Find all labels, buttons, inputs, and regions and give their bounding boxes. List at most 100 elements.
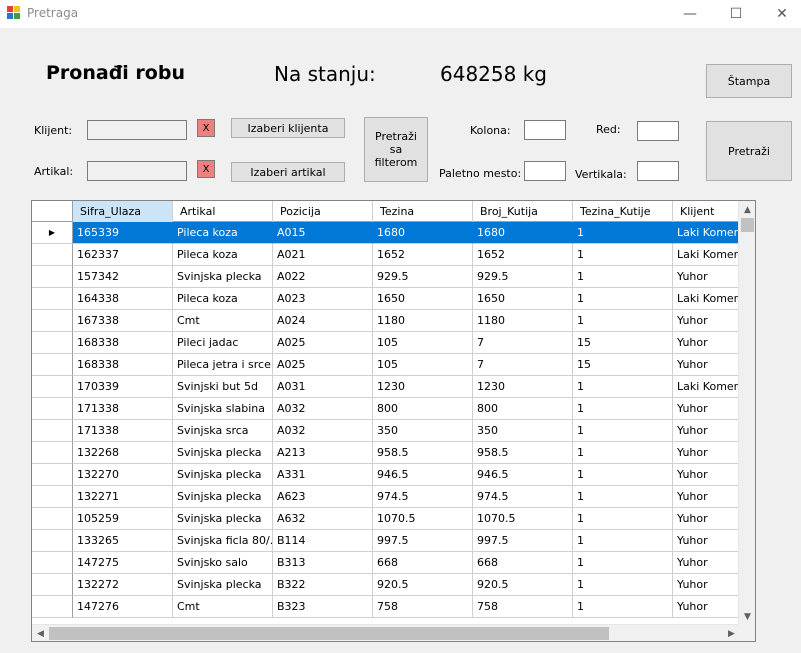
scroll-up-icon[interactable]: ▲	[739, 201, 755, 218]
artikal-cell[interactable]: Svinjsko salo	[173, 552, 273, 574]
search-button[interactable]: Pretraži	[706, 121, 792, 181]
klijent-cell[interactable]: Yuhor	[673, 266, 740, 288]
table-row[interactable]: 105259 Svinjska plecka A632 1070.5 1070.5 1 Yu…	[32, 508, 740, 530]
tezina-cell[interactable]: 758	[373, 596, 473, 618]
tezina-kutije-cell[interactable]: 1	[573, 486, 673, 508]
column-header-klijent[interactable]: Klijent	[673, 201, 740, 222]
sifra-ulaza-cell[interactable]: 132272	[73, 574, 173, 596]
klijent-cell[interactable]: Laki Komerc d	[673, 222, 740, 244]
clear-client-button[interactable]: X	[197, 119, 215, 137]
tezina-cell[interactable]: 997.5	[373, 530, 473, 552]
pozicija-cell[interactable]: A015	[273, 222, 373, 244]
row-header[interactable]	[32, 530, 73, 552]
tezina-cell[interactable]: 946.5	[373, 464, 473, 486]
pozicija-cell[interactable]: A032	[273, 398, 373, 420]
tezina-kutije-cell[interactable]: 1	[573, 222, 673, 244]
tezina-cell[interactable]: 105	[373, 354, 473, 376]
scroll-down-icon[interactable]: ▼	[739, 608, 755, 625]
table-row[interactable]: 133265 Svinjska ficla 80/... B114 997.5 997.…	[32, 530, 740, 552]
table-row[interactable]: 168338 Pileci jadac A025 105 7 15 Yuhor	[32, 332, 740, 354]
tezina-cell[interactable]: 920.5	[373, 574, 473, 596]
artikal-cell[interactable]: Svinjska srca	[173, 420, 273, 442]
klijent-cell[interactable]: Laki Komerc d	[673, 244, 740, 266]
sifra-ulaza-cell[interactable]: 165339	[73, 222, 173, 244]
klijent-cell[interactable]: Yuhor	[673, 310, 740, 332]
broj-kutija-cell[interactable]: 7	[473, 332, 573, 354]
article-field[interactable]	[87, 161, 187, 181]
broj-kutija-cell[interactable]: 1070.5	[473, 508, 573, 530]
table-row[interactable]: 132268 Svinjska plecka A213 958.5 958.5 1 Yuho…	[32, 442, 740, 464]
tezina-kutije-cell[interactable]: 1	[573, 464, 673, 486]
sifra-ulaza-cell[interactable]: 171338	[73, 398, 173, 420]
row-header[interactable]	[32, 486, 73, 508]
sifra-ulaza-cell[interactable]: 132270	[73, 464, 173, 486]
sifra-ulaza-cell[interactable]: 171338	[73, 420, 173, 442]
sifra-ulaza-cell[interactable]: 170339	[73, 376, 173, 398]
artikal-cell[interactable]: Pileca koza	[173, 288, 273, 310]
artikal-cell[interactable]: Svinjska slabina	[173, 398, 273, 420]
row-header[interactable]	[32, 552, 73, 574]
pallet-place-input[interactable]	[524, 161, 566, 181]
vertical-scroll-thumb[interactable]	[741, 218, 754, 232]
column-header-broj-kutija[interactable]: Broj_Kutija	[473, 201, 573, 222]
table-row[interactable]: 132272 Svinjska plecka B322 920.5 920.5 1 Yuho…	[32, 574, 740, 596]
column-header-pozicija[interactable]: Pozicija	[273, 201, 373, 222]
klijent-cell[interactable]: Yuhor	[673, 552, 740, 574]
artikal-cell[interactable]: Svinjska plecka	[173, 266, 273, 288]
tezina-cell[interactable]: 1652	[373, 244, 473, 266]
horizontal-scrollbar[interactable]: ◀ ▶	[32, 624, 740, 641]
pozicija-cell[interactable]: A623	[273, 486, 373, 508]
klijent-cell[interactable]: Yuhor	[673, 508, 740, 530]
klijent-cell[interactable]: Laki Komerc d	[673, 288, 740, 310]
column-header-sifra-ulaza[interactable]: Sifra_Ulaza	[73, 201, 173, 222]
sifra-ulaza-cell[interactable]: 167338	[73, 310, 173, 332]
artikal-cell[interactable]: Pileci jadac	[173, 332, 273, 354]
tezina-kutije-cell[interactable]: 1	[573, 376, 673, 398]
tezina-cell[interactable]: 800	[373, 398, 473, 420]
artikal-cell[interactable]: Svinjska plecka	[173, 574, 273, 596]
table-row[interactable]: 171338 Svinjska slabina A032 800 800 1 Yuhor	[32, 398, 740, 420]
broj-kutija-cell[interactable]: 958.5	[473, 442, 573, 464]
row-header[interactable]	[32, 596, 73, 618]
artikal-cell[interactable]: Svinjska ficla 80/...	[173, 530, 273, 552]
broj-kutija-cell[interactable]: 1230	[473, 376, 573, 398]
artikal-cell[interactable]: Cmt	[173, 596, 273, 618]
close-button[interactable]: ✕	[760, 0, 801, 28]
row-header[interactable]	[32, 398, 73, 420]
sifra-ulaza-cell[interactable]: 164338	[73, 288, 173, 310]
minimize-button[interactable]: —	[668, 0, 712, 28]
tezina-kutije-cell[interactable]: 1	[573, 574, 673, 596]
tezina-kutije-cell[interactable]: 1	[573, 310, 673, 332]
table-row[interactable]: 171338 Svinjska srca A032 350 350 1 Yuhor	[32, 420, 740, 442]
row-header[interactable]	[32, 420, 73, 442]
klijent-cell[interactable]: Yuhor	[673, 486, 740, 508]
klijent-cell[interactable]: Yuhor	[673, 574, 740, 596]
row-header[interactable]	[32, 332, 73, 354]
klijent-cell[interactable]: Yuhor	[673, 464, 740, 486]
broj-kutija-cell[interactable]: 1650	[473, 288, 573, 310]
klijent-cell[interactable]: Yuhor	[673, 596, 740, 618]
table-row[interactable]: 164338 Pileca koza A023 1650 1650 1 Laki Komer…	[32, 288, 740, 310]
sifra-ulaza-cell[interactable]: 157342	[73, 266, 173, 288]
column-input[interactable]	[524, 120, 566, 140]
choose-client-button[interactable]: Izaberi klijenta	[231, 118, 345, 138]
table-row[interactable]: 132270 Svinjska plecka A331 946.5 946.5 1 Yuho…	[32, 464, 740, 486]
row-header[interactable]	[32, 244, 73, 266]
artikal-cell[interactable]: Svinjska plecka	[173, 508, 273, 530]
sifra-ulaza-cell[interactable]: 132268	[73, 442, 173, 464]
pozicija-cell[interactable]: A213	[273, 442, 373, 464]
klijent-cell[interactable]: Yuhor	[673, 420, 740, 442]
clear-article-button[interactable]: X	[197, 160, 215, 178]
pozicija-cell[interactable]: B322	[273, 574, 373, 596]
klijent-cell[interactable]: Yuhor	[673, 442, 740, 464]
pozicija-cell[interactable]: A632	[273, 508, 373, 530]
artikal-cell[interactable]: Svinjska plecka	[173, 486, 273, 508]
row-input[interactable]	[637, 121, 679, 141]
row-header[interactable]	[32, 464, 73, 486]
sifra-ulaza-cell[interactable]: 105259	[73, 508, 173, 530]
tezina-kutije-cell[interactable]: 1	[573, 508, 673, 530]
sifra-ulaza-cell[interactable]: 168338	[73, 332, 173, 354]
tezina-kutije-cell[interactable]: 1	[573, 420, 673, 442]
broj-kutija-cell[interactable]: 758	[473, 596, 573, 618]
pozicija-cell[interactable]: A331	[273, 464, 373, 486]
